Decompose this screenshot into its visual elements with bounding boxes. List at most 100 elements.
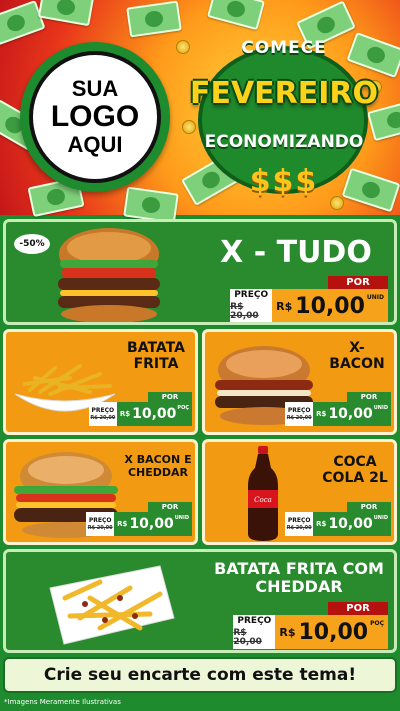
old-price: R$ 20,00 <box>286 524 312 531</box>
new-price-box: R$ 10,00 UNID <box>114 512 192 536</box>
price-label: PREÇO <box>91 406 115 414</box>
unit: UNID <box>174 515 189 521</box>
old-price: R$ 20,00 <box>230 302 259 321</box>
price-box: PREÇO R$ 20,00 R$ 10,00 UNID <box>285 512 391 536</box>
old-price-box: PREÇO R$ 20,00 <box>86 512 115 536</box>
item-title-line2: CHEDDAR <box>255 577 343 597</box>
item-title-line1: COCA <box>333 454 377 470</box>
price-box: PREÇO R$ 20,00 R$ 10,00 UNID <box>86 512 192 536</box>
promo-dollar-signs: $$$ <box>249 164 319 199</box>
item-title-line2: FRITA <box>133 356 179 373</box>
unit: UNID <box>373 405 388 411</box>
price-tag: POR PREÇO R$ 20,00 R$ 10,00 UNID <box>230 276 388 322</box>
promo-fevereiro: FEVEREIRO <box>189 76 379 111</box>
promo-comece: COMECE <box>241 38 327 58</box>
item-title-line1: BATATA <box>127 340 185 356</box>
price-box: PREÇO R$ 20,00 R$ 10,00 POÇ <box>233 615 388 649</box>
money-bill-icon <box>126 0 182 38</box>
por-label: POR <box>328 276 388 289</box>
price-label: PREÇO <box>88 516 112 524</box>
logo-placeholder: SUA LOGO AQUI <box>20 42 170 192</box>
item-title: X BACON E CHEDDAR <box>120 453 195 479</box>
flyer-page: SUA LOGO AQUI COMECE FEVEREIRO ECONOMIZA… <box>0 0 400 711</box>
old-price-box: PREÇO R$ 20,00 <box>88 402 117 426</box>
currency: R$ <box>279 625 296 639</box>
price-value: 10,00 <box>298 619 369 645</box>
money-bill-icon <box>123 186 179 224</box>
price-value: 10,00 <box>295 293 365 319</box>
price-value: 10,00 <box>328 516 373 532</box>
item-title-line1: X- <box>349 340 365 356</box>
new-price-box: R$ 10,00 UNID <box>313 512 391 536</box>
item-title: COCA COLA 2L <box>315 454 394 487</box>
price-box: PREÇO R$ 20,00 R$ 10,00 UNID <box>230 289 388 322</box>
currency: R$ <box>276 299 293 313</box>
item-title-line1: BATATA FRITA COM <box>214 559 384 578</box>
header-banner: SUA LOGO AQUI COMECE FEVEREIRO ECONOMIZA… <box>0 0 400 224</box>
price-tag: POR PREÇO R$ 20,00 R$ 10,00 UNID <box>285 502 391 536</box>
price-box: PREÇO R$ 20,00 R$ 10,00 POÇ <box>88 402 192 426</box>
item-x-tudo: -50% X - TUDO POR PREÇO R$ 20,00 R$ 10,0… <box>3 219 397 325</box>
soda-bottle-image: Coca <box>248 446 278 541</box>
item-title-line2: COLA 2L <box>322 470 388 487</box>
item-title-line2: CHEDDAR <box>127 465 189 479</box>
burger-image <box>58 228 160 322</box>
price-label: PREÇO <box>234 290 269 300</box>
price-value: 10,00 <box>129 516 174 532</box>
old-price: R$ 20,00 <box>233 628 262 647</box>
unit: POÇ <box>370 620 384 627</box>
currency: R$ <box>119 410 131 418</box>
unit: POÇ <box>177 405 189 411</box>
price-label: PREÇO <box>237 616 272 626</box>
item-title: BATATA FRITA COM CHEDDAR <box>204 559 394 597</box>
item-title-line2: BACON <box>329 356 385 373</box>
fries-image <box>49 565 175 645</box>
price-value: 10,00 <box>328 406 373 422</box>
item-title: X- BACON <box>319 340 394 373</box>
old-price: R$ 20,00 <box>87 524 113 531</box>
price-tag: POR PREÇO R$ 20,00 R$ 10,00 POÇ <box>88 392 192 426</box>
disclaimer-note: *Imagens Meramente Ilustrativas <box>4 698 121 706</box>
price-label: PREÇO <box>287 516 311 524</box>
old-price-box: PREÇO R$ 20,00 <box>230 289 273 322</box>
unit: UNID <box>373 515 388 521</box>
discount-badge: -50% <box>14 234 50 254</box>
currency: R$ <box>316 410 327 418</box>
item-coca-cola: Coca COCA COLA 2L POR PREÇO R$ 20,00 R$ … <box>202 439 397 545</box>
logo-text-line1: SUA <box>71 76 119 102</box>
cta-banner[interactable]: Crie seu encarte com este tema! <box>3 657 397 693</box>
svg-text:Coca: Coca <box>254 496 272 504</box>
money-bill-icon <box>37 0 95 27</box>
price-tag: POR PREÇO R$ 20,00 R$ 10,00 UNID <box>285 392 391 426</box>
old-price-box: PREÇO R$ 20,00 <box>285 402 314 426</box>
unit: UNID <box>366 294 384 301</box>
old-price-box: PREÇO R$ 20,00 <box>285 512 314 536</box>
item-title-line1: X BACON E <box>124 453 192 466</box>
price-tag: POR PREÇO R$ 20,00 R$ 10,00 UNID <box>86 502 192 536</box>
por-label: POR <box>148 392 192 402</box>
price-tag: POR PREÇO R$ 20,00 R$ 10,00 POÇ <box>233 602 388 649</box>
price-label: PREÇO <box>287 406 311 414</box>
money-bill-icon <box>207 0 265 31</box>
promo-economizando: ECONOMIZANDO <box>204 132 364 152</box>
old-price: R$ 20,00 <box>286 414 312 421</box>
por-label: POR <box>347 392 391 402</box>
new-price-box: R$ 10,00 POÇ <box>116 402 192 426</box>
promo-badge: COMECE FEVEREIRO ECONOMIZANDO $$$ <box>178 28 390 208</box>
por-label: POR <box>347 502 391 512</box>
por-label: POR <box>328 602 388 615</box>
item-title: BATATA FRITA <box>118 340 194 372</box>
price-value: 10,00 <box>132 406 177 422</box>
new-price-box: R$ 10,00 UNID <box>272 289 388 322</box>
logo-badge: SUA LOGO AQUI <box>29 51 161 183</box>
item-x-bacon: X- BACON POR PREÇO R$ 20,00 R$ 10,00 UNI… <box>202 329 397 435</box>
price-box: PREÇO R$ 20,00 R$ 10,00 UNID <box>285 402 391 426</box>
item-x-bacon-cheddar: X BACON E CHEDDAR POR PREÇO R$ 20,00 R$ … <box>3 439 198 545</box>
item-title: X - TUDO <box>220 235 372 270</box>
por-label: POR <box>148 502 192 512</box>
currency: R$ <box>117 520 128 528</box>
old-price: R$ 20,00 <box>90 414 116 421</box>
currency: R$ <box>316 520 327 528</box>
new-price-box: R$ 10,00 UNID <box>313 402 391 426</box>
logo-text-line3: AQUI <box>67 132 123 158</box>
